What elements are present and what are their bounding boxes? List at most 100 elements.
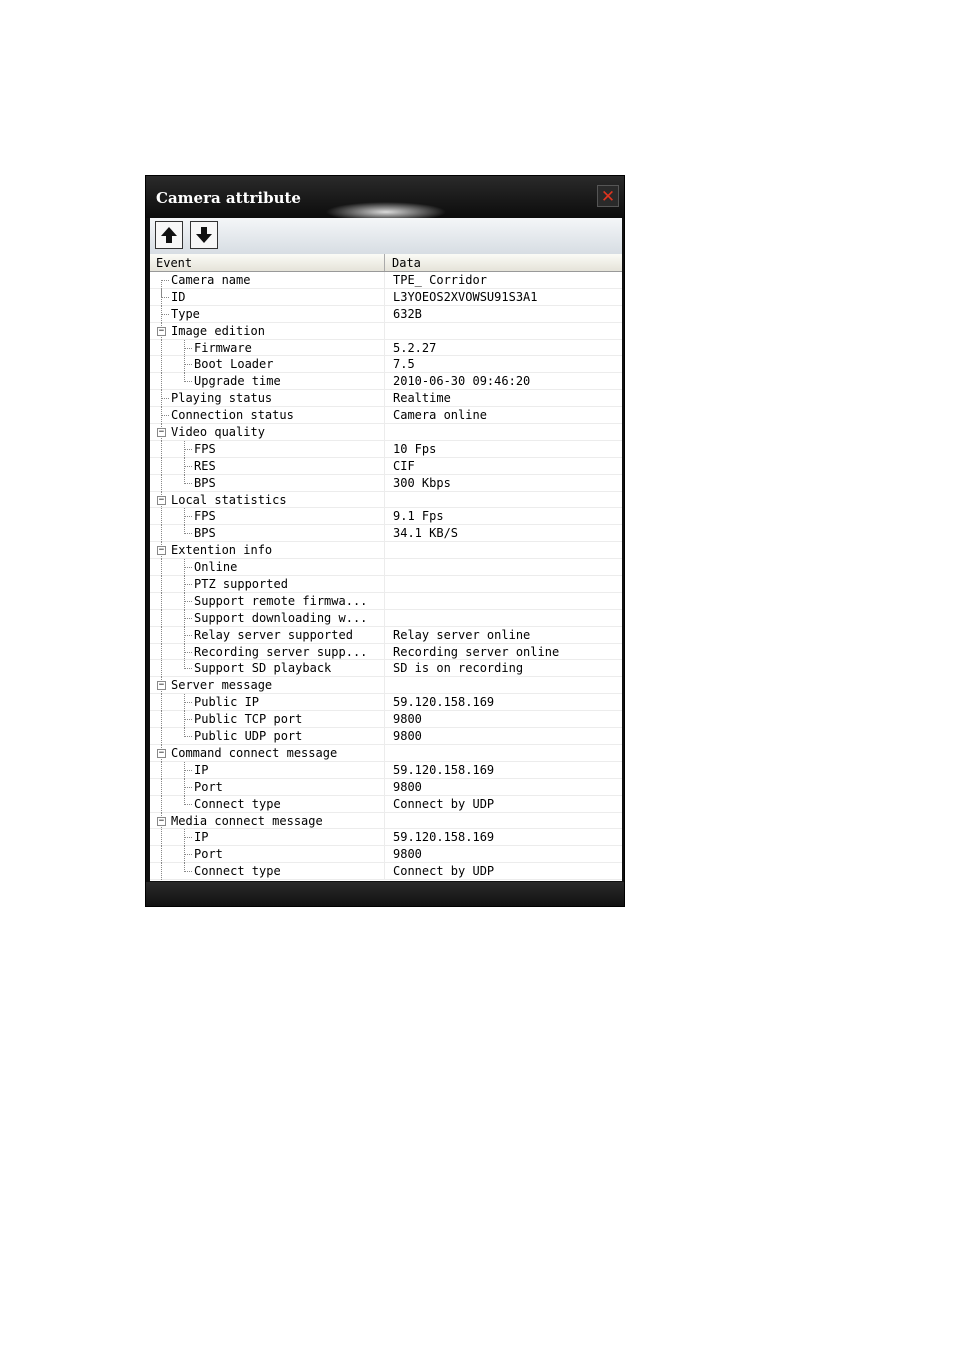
column-divider[interactable]: [384, 254, 385, 271]
data-cell: 59.120.158.169: [393, 830, 495, 845]
collapse-toggle-icon[interactable]: −: [157, 428, 166, 438]
title-bar[interactable]: Camera attribute ✕: [146, 176, 624, 218]
column-divider: [384, 846, 385, 863]
data-cell: 10 Fps: [393, 441, 437, 456]
table-row[interactable]: Connect type Connect by UDP: [150, 863, 622, 881]
collapse-toggle-icon[interactable]: −: [157, 495, 166, 505]
table-row[interactable]: PTZ supported: [150, 576, 622, 594]
table-row[interactable]: Public IP 59.120.158.169: [150, 694, 622, 712]
table-row[interactable]: Connection status Camera online: [150, 407, 622, 425]
event-cell: Extention info: [171, 543, 273, 558]
event-cell: IP: [194, 762, 209, 777]
column-divider: [384, 288, 385, 305]
tree-line: [185, 516, 192, 518]
table-row[interactable]: BPS 300 Kbps: [150, 474, 622, 492]
camera-attribute-window: Camera attribute ✕ Event Data Camera nam…: [145, 175, 625, 907]
table-row[interactable]: FPS 10 Fps: [150, 440, 622, 458]
column-divider: [384, 424, 385, 440]
table-row[interactable]: IP 59.120.158.169: [150, 829, 622, 847]
tree-line: [185, 533, 192, 535]
event-cell: Port: [194, 779, 223, 794]
table-row[interactable]: Support downloading w...: [150, 609, 622, 627]
event-cell: Connection status: [171, 408, 294, 423]
event-cell: Boot Loader: [194, 357, 274, 372]
event-cell: ID: [171, 289, 186, 304]
tree-line: [161, 592, 162, 610]
table-row[interactable]: Public UDP port 9800: [150, 728, 622, 746]
table-row[interactable]: Support SD playback SD is on recording: [150, 660, 622, 678]
collapse-toggle-icon[interactable]: −: [157, 546, 166, 556]
table-row[interactable]: Port 9800: [150, 778, 622, 796]
collapse-toggle-icon[interactable]: −: [157, 816, 166, 826]
column-divider: [384, 474, 385, 491]
column-divider: [384, 829, 385, 846]
tree-group-row[interactable]: − Media connect message: [150, 812, 622, 830]
toolbar: [150, 218, 622, 255]
column-divider: [384, 728, 385, 744]
column-header-data[interactable]: Data: [392, 256, 421, 270]
move-up-button[interactable]: [155, 221, 183, 249]
data-cell: 9800: [393, 847, 422, 862]
tree-line: [161, 457, 162, 475]
tree-line: [161, 863, 162, 881]
table-row[interactable]: RES CIF: [150, 457, 622, 475]
column-divider: [384, 863, 385, 880]
tree-group-row[interactable]: − Video quality: [150, 424, 622, 442]
tree-line: [161, 339, 162, 357]
event-cell: FPS: [194, 441, 216, 456]
tree-line: [161, 508, 162, 526]
collapse-toggle-icon[interactable]: −: [157, 748, 166, 758]
grid-header: Event Data: [150, 254, 622, 272]
tree-line: [162, 398, 169, 400]
move-down-button[interactable]: [190, 221, 218, 249]
tree-group-row[interactable]: − Extention info: [150, 542, 622, 560]
tree-line: [185, 651, 192, 653]
data-cell: 59.120.158.169: [393, 695, 495, 710]
event-cell: Support SD playback: [194, 661, 332, 676]
collapse-toggle-icon[interactable]: −: [157, 681, 166, 691]
table-row[interactable]: Public TCP port 9800: [150, 711, 622, 729]
column-header-event[interactable]: Event: [156, 256, 192, 270]
table-row[interactable]: FPS 9.1 Fps: [150, 508, 622, 526]
table-row[interactable]: Connect type Connect by UDP: [150, 795, 622, 813]
table-row[interactable]: Camera name TPE_ Corridor: [150, 272, 622, 297]
table-row[interactable]: Port 9800: [150, 846, 622, 864]
data-cell: 59.120.158.169: [393, 762, 495, 777]
table-row[interactable]: IP 59.120.158.169: [150, 761, 622, 779]
collapse-toggle-icon[interactable]: −: [157, 326, 166, 336]
tree-group-row[interactable]: − Local statistics: [150, 491, 622, 509]
column-divider: [384, 373, 385, 390]
tree-line: [161, 525, 162, 543]
column-divider: [384, 440, 385, 457]
event-cell: Image edition: [171, 323, 265, 338]
table-row[interactable]: Support remote firmwa...: [150, 592, 622, 610]
tree-line: [185, 347, 192, 349]
table-row[interactable]: Firmware 5.2.27: [150, 339, 622, 357]
event-cell: FPS: [194, 509, 216, 524]
tree-group-row[interactable]: − Command connect message: [150, 744, 622, 762]
column-divider: [384, 592, 385, 609]
column-divider: [384, 795, 385, 812]
column-divider: [384, 609, 385, 626]
table-row[interactable]: Boot Loader 7.5: [150, 356, 622, 374]
table-row[interactable]: Type 632B: [150, 305, 622, 323]
data-cell: 34.1 KB/S: [393, 526, 459, 541]
tree-line: [161, 559, 162, 577]
event-cell: Support downloading w...: [194, 610, 368, 625]
event-cell: Playing status: [171, 391, 273, 406]
table-row[interactable]: BPS 34.1 KB/S: [150, 525, 622, 543]
tree-group-row[interactable]: − Image edition: [150, 322, 622, 340]
table-row[interactable]: Recording server supp... Recording server…: [150, 643, 622, 661]
close-icon: ✕: [600, 187, 616, 207]
tree-line: [185, 600, 192, 602]
column-divider: [384, 694, 385, 711]
tree-group-row[interactable]: − Server message: [150, 677, 622, 695]
close-button[interactable]: ✕: [597, 185, 619, 207]
tree-line: [161, 474, 162, 492]
data-cell: 9800: [393, 712, 422, 727]
table-row[interactable]: Upgrade time 2010-06-30 09:46:20: [150, 373, 622, 391]
table-row[interactable]: Playing status Realtime: [150, 390, 622, 408]
table-row[interactable]: Relay server supported Relay server onlin…: [150, 626, 622, 644]
table-row[interactable]: ID L3YOEOS2XVOWSU91S3A1: [150, 288, 622, 306]
table-row[interactable]: Online: [150, 559, 622, 577]
